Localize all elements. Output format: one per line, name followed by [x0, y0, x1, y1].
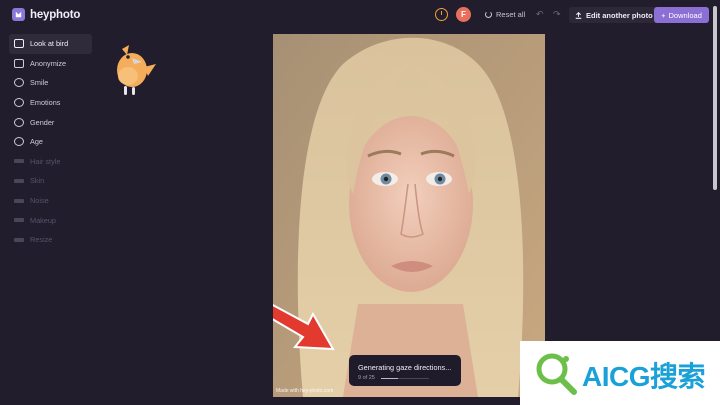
sidebar-item-noise: Noise — [9, 191, 92, 211]
red-arrow-icon — [273, 304, 335, 351]
age-icon — [14, 137, 24, 147]
progress-card: Generating gaze directions... 9 of 25 — [349, 355, 461, 386]
eye-bird-icon — [14, 39, 24, 49]
sidebar-item-label: Gender — [30, 117, 55, 127]
photo-caption: Made with hey-photo.com — [276, 388, 334, 394]
progress-bar-fill — [381, 377, 399, 379]
app-window: heyphoto F Reset all ↶ ↷ Edit another ph… — [0, 0, 720, 405]
makeup-icon — [14, 218, 24, 223]
hair-icon — [14, 159, 24, 164]
logo-icon — [12, 8, 25, 21]
sidebar-item-gender[interactable]: Gender — [9, 112, 92, 132]
sidebar-item-label: Look at bird — [30, 39, 69, 49]
sidebar-item-label: Skin — [30, 176, 45, 186]
sidebar-item-skin: Skin — [9, 171, 92, 191]
bird-mascot — [117, 45, 156, 95]
reset-icon — [485, 11, 492, 18]
progress-count: 9 of 25 — [358, 375, 375, 381]
sidebar-item-label: Makeup — [30, 215, 56, 225]
sidebar-item-label: Resize — [30, 235, 53, 245]
sidebar-item-resize: Resize — [9, 230, 92, 250]
timer-icon[interactable] — [435, 8, 448, 21]
scrollbar[interactable] — [713, 6, 717, 190]
upload-icon — [575, 11, 582, 19]
sidebar-item-label: Age — [30, 137, 43, 147]
smile-icon — [14, 78, 24, 88]
aicg-watermark: AICG搜索 — [520, 341, 720, 405]
redo-icon[interactable]: ↷ — [553, 9, 561, 20]
magnifier-icon — [536, 353, 577, 395]
sidebar-item-look-at-bird[interactable]: Look at bird — [9, 34, 92, 54]
sidebar-item-makeup: Makeup — [9, 210, 92, 230]
sidebar-item-anonymize[interactable]: Anonymize — [9, 54, 92, 74]
edit-another-photo-button[interactable]: Edit another photo — [569, 7, 659, 23]
resize-icon — [14, 237, 24, 242]
watermark-text: AICG搜索 — [582, 361, 706, 392]
gender-icon — [14, 117, 24, 127]
reset-all-label: Reset all — [496, 10, 526, 19]
noise-icon — [14, 198, 24, 203]
logo[interactable]: heyphoto — [12, 8, 80, 21]
reset-all-button[interactable]: Reset all — [485, 10, 525, 19]
sidebar-item-label: Smile — [30, 78, 49, 88]
sidebar-item-label: Emotions — [30, 98, 61, 108]
download-button[interactable]: + Download — [654, 7, 709, 23]
sidebar: Look at bird Anonymize Smile Emotions Ge… — [9, 34, 92, 250]
portrait-photo — [273, 34, 545, 397]
skin-icon — [14, 178, 24, 183]
edit-another-photo-label: Edit another photo — [586, 10, 653, 20]
sidebar-item-age[interactable]: Age — [9, 132, 92, 152]
sidebar-item-emotions[interactable]: Emotions — [9, 93, 92, 113]
sidebar-item-hair-style: Hair style — [9, 152, 92, 172]
sidebar-item-smile[interactable]: Smile — [9, 73, 92, 93]
sidebar-item-label: Hair style — [30, 156, 61, 166]
plus-icon: + — [661, 10, 666, 20]
app-name: heyphoto — [30, 8, 81, 21]
sidebar-item-label: Noise — [30, 196, 49, 206]
mask-icon — [14, 58, 24, 68]
sidebar-item-label: Anonymize — [30, 58, 67, 68]
download-label: Download — [668, 10, 702, 20]
avatar[interactable]: F — [456, 7, 471, 22]
emotions-icon — [14, 98, 24, 108]
progress-bar — [381, 377, 429, 379]
undo-icon[interactable]: ↶ — [536, 9, 544, 20]
top-bar: heyphoto F Reset all ↶ ↷ Edit another ph… — [0, 0, 720, 190]
progress-title: Generating gaze directions... — [358, 363, 452, 372]
